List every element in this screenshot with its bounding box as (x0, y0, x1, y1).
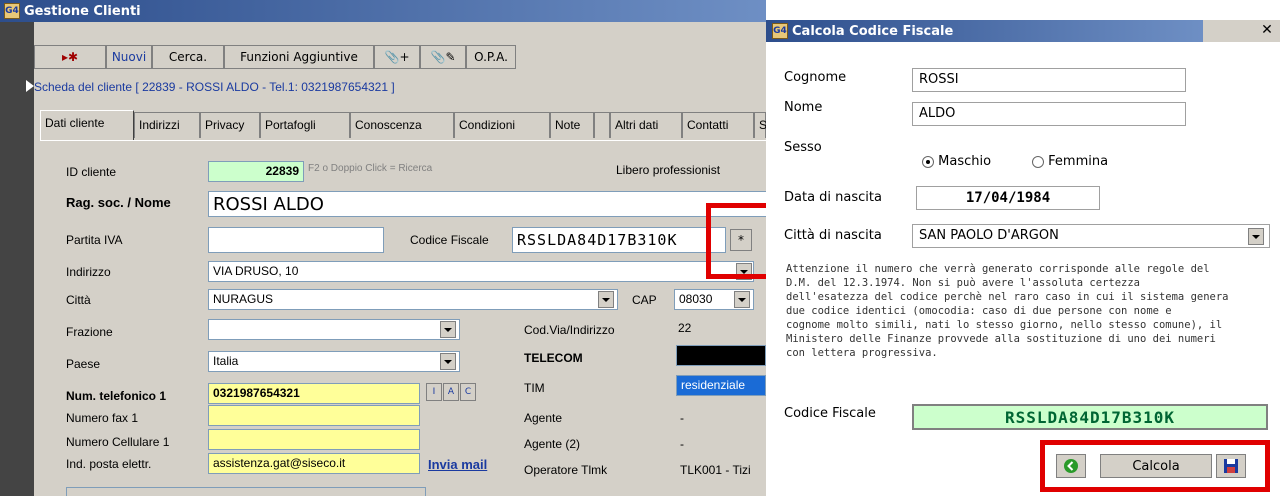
funzioni-aggiuntive-button[interactable]: Funzioni Aggiuntive (224, 45, 374, 69)
citta-dropdown-icon[interactable] (598, 291, 614, 308)
paese-label: Paese (66, 357, 101, 371)
indirizzo-field[interactable]: VIA DRUSO, 10 (208, 261, 754, 282)
tab-storico[interactable]: Stor (754, 112, 781, 138)
nome-field[interactable]: ALDO (912, 102, 1186, 126)
main-titlebar: G4 Gestione Clienti (0, 0, 766, 22)
tel-c-button[interactable]: C (460, 383, 476, 401)
tel-i-button[interactable]: I (426, 383, 442, 401)
tab-condizioni[interactable]: Condizioni (454, 112, 550, 138)
cellulare-label: Numero Cellulare 1 (66, 435, 170, 449)
codice-fiscale-field[interactable]: RSSLDA84D17B310K (512, 227, 726, 253)
ragsoc-field[interactable]: ROSSI ALDO (208, 191, 768, 217)
attach-edit-icon[interactable]: 📎✎ (420, 45, 466, 69)
left-navigation-stripe (0, 22, 34, 496)
sesso-label: Sesso (784, 140, 822, 155)
email-label: Ind. posta elettr. (66, 457, 152, 471)
nuovi-button[interactable]: Nuovi (106, 45, 152, 69)
maschio-radio[interactable] (922, 155, 934, 168)
agente2-label: Agente (2) (524, 437, 581, 451)
id-cliente-field[interactable]: 22839 (208, 161, 304, 182)
tim-field[interactable]: residenziale (676, 375, 766, 396)
cod-via-field[interactable]: 22 (674, 319, 766, 340)
calcola-cf-dialog: G4 Calcola Codice Fiscale ✕ Cognome ROSS… (766, 0, 1280, 496)
close-icon[interactable]: ✕ (1258, 22, 1276, 40)
telecom-label: TELECOM (524, 351, 583, 365)
opa-button[interactable]: O.P.A. (466, 45, 516, 69)
record-pointer-icon (26, 80, 34, 92)
cf-result-label: Codice Fiscale (784, 406, 876, 421)
omocodia-note: Attenzione il numero che verrà generato … (786, 263, 1229, 359)
data-nascita-field[interactable]: 17/04/1984 (916, 186, 1100, 210)
ragsoc-label: Rag. soc. / Nome (66, 195, 171, 210)
operatore-value: TLK001 - Tizi (680, 463, 751, 477)
frazione-dropdown-icon[interactable] (440, 321, 456, 338)
dialog-logo-icon: G4 (772, 23, 788, 39)
new-record-star-button[interactable]: ▸✱ (34, 45, 106, 69)
nome-label: Nome (784, 100, 823, 115)
tel-a-button[interactable]: A (443, 383, 459, 401)
dialog-title: Calcola Codice Fiscale (792, 23, 954, 39)
frazione-field[interactable] (208, 319, 460, 340)
cf-result-field: RSSLDA84D17B310K (912, 404, 1268, 430)
citta-nascita-label: Città di nascita (784, 228, 882, 243)
app-logo-icon: G4 (4, 3, 20, 19)
tab-portafogli[interactable]: Portafogli (260, 112, 350, 138)
partita-iva-label: Partita IVA (66, 233, 123, 247)
partita-iva-field[interactable] (208, 227, 384, 253)
citta-field[interactable]: NURAGUS (208, 289, 618, 310)
main-window-title: Gestione Clienti (24, 3, 141, 19)
tab-privacy[interactable]: Privacy (200, 112, 260, 138)
maschio-option[interactable]: Maschio (922, 154, 991, 169)
tab-conoscenza[interactable]: Conoscenza (350, 112, 454, 138)
frazione-label: Frazione (66, 325, 113, 339)
cognome-label: Cognome (784, 70, 847, 85)
dialog-titlebar: G4 Calcola Codice Fiscale ✕ (766, 20, 1280, 42)
citta-nascita-dropdown-icon[interactable] (1248, 228, 1264, 245)
fax-label: Numero fax 1 (66, 411, 139, 425)
agente-label: Agente (524, 411, 563, 425)
cerca-button[interactable]: Cerca. (152, 45, 224, 69)
citta-label: Città (66, 293, 91, 307)
dati-cliente-panel: ID cliente 22839 F2 o Doppio Click = Ric… (40, 140, 780, 496)
invia-mail-link[interactable]: Invia mail (428, 457, 487, 472)
tim-label: TIM (524, 381, 545, 395)
codice-fiscale-label: Codice Fiscale (410, 233, 489, 247)
tab-contatti[interactable]: Contatti (682, 112, 754, 138)
highlight-calcola-area (1040, 440, 1270, 492)
citta-nascita-field[interactable]: SAN PAOLO D'ARGON (912, 224, 1270, 248)
email-field[interactable]: assistenza.gat@siseco.it (208, 453, 420, 474)
paese-dropdown-icon[interactable] (440, 353, 456, 370)
operatore-label: Operatore Tlmk (524, 463, 608, 477)
tab-altri-dati[interactable]: Altri dati (610, 112, 682, 138)
cap-label: CAP (632, 293, 657, 307)
agente-value: - (680, 411, 684, 425)
telecom-field[interactable] (676, 345, 766, 366)
attach-add-icon[interactable]: 📎+ (374, 45, 420, 69)
cellulare-field[interactable] (208, 429, 420, 450)
cap-dropdown-icon[interactable] (734, 291, 750, 308)
tel1-field[interactable]: 0321987654321 (208, 383, 420, 404)
femmina-radio[interactable] (1032, 155, 1044, 168)
cod-via-label: Cod.Via/Indirizzo (524, 323, 615, 337)
indirizzo-label: Indirizzo (66, 265, 111, 279)
paese-field[interactable]: Italia (208, 351, 460, 372)
femmina-option[interactable]: Femmina (1032, 154, 1108, 169)
categoria-field[interactable]: Libero professionist (612, 161, 766, 182)
tel1-label: Num. telefonico 1 (66, 389, 167, 403)
tab-dati-cliente[interactable]: Dati cliente (40, 110, 134, 140)
agente2-value: - (680, 437, 684, 451)
tab-spacer (594, 112, 610, 138)
tab-indirizzi[interactable]: Indirizzi (134, 112, 200, 138)
cognome-field[interactable]: ROSSI (912, 68, 1186, 92)
id-cliente-label: ID cliente (66, 165, 117, 179)
fax-field[interactable] (208, 405, 420, 426)
tab-note[interactable]: Note (550, 112, 594, 138)
id-cliente-hint: F2 o Doppio Click = Ricerca (308, 163, 433, 174)
bottom-field-partial[interactable] (66, 487, 426, 496)
data-nascita-label: Data di nascita (784, 190, 882, 205)
scheda-cliente-header: Scheda del cliente [ 22839 - ROSSI ALDO … (34, 80, 395, 94)
